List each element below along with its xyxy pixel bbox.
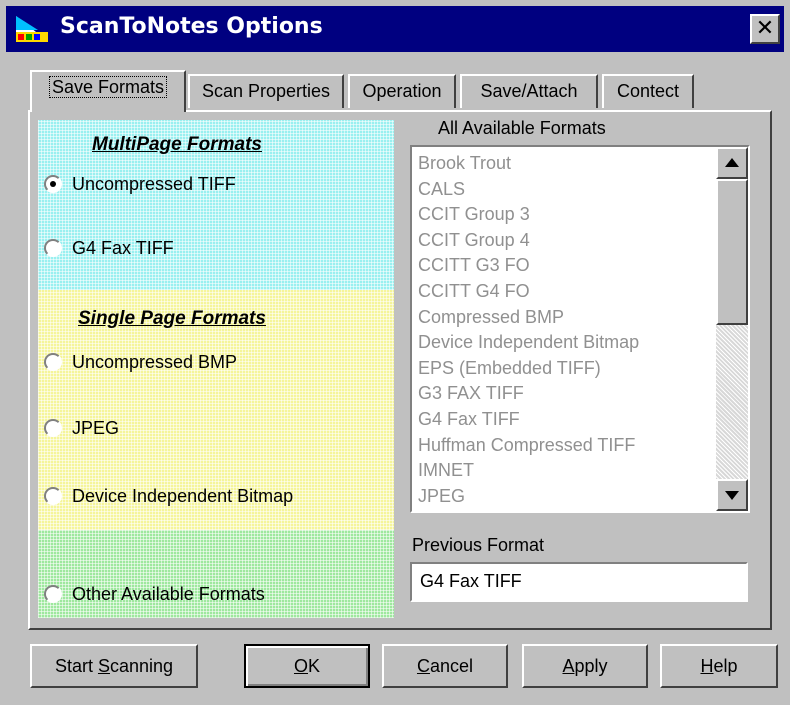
help-button[interactable]: Help [660, 644, 778, 688]
list-item[interactable]: Huffman Compressed TIFF [418, 433, 718, 459]
radio-indicator[interactable] [44, 419, 62, 437]
list-item[interactable]: CCITT G3 FO [418, 253, 718, 279]
radio-label: Device Independent Bitmap [72, 485, 294, 506]
cancel-button[interactable]: Cancel [382, 644, 508, 688]
radio-label: Uncompressed TIFF [72, 173, 236, 194]
arrow-up-icon [725, 158, 739, 167]
tab-label: Operation [362, 81, 442, 101]
radio-jpeg[interactable]: JPEG [44, 416, 119, 440]
tab-operation[interactable]: Operation [348, 74, 456, 108]
button-label-part: ancel [429, 656, 474, 676]
accelerator-key: S [97, 656, 110, 676]
list-scrollbar[interactable] [716, 147, 748, 511]
list-item[interactable]: Device Independent Bitmap [418, 330, 718, 356]
list-item[interactable]: Compressed BMP [418, 305, 718, 331]
button-label-part: pply [574, 656, 608, 676]
list-item[interactable]: EPS (Embedded TIFF) [418, 356, 718, 382]
button-label-part: elp [713, 656, 738, 676]
radio-uncompressed-tiff[interactable]: Uncompressed TIFF [44, 172, 236, 196]
radio-label: JPEG [72, 417, 120, 438]
radio-uncompressed-bmp[interactable]: Uncompressed BMP [44, 350, 237, 374]
radio-label: Other Available Formats [72, 583, 265, 604]
list-item[interactable]: G3 FAX TIFF [418, 381, 718, 407]
window-title: ScanToNotes Options [60, 14, 323, 39]
radio-indicator[interactable] [44, 239, 62, 257]
tab-label: Save Formats [48, 76, 168, 98]
scroll-thumb[interactable] [716, 179, 748, 325]
radio-label: G4 Fax TIFF [72, 237, 174, 258]
apply-button[interactable]: Apply [522, 644, 648, 688]
scanner-app-icon [16, 16, 48, 42]
available-formats-label: All Available Formats [438, 118, 606, 138]
tab-label: Save/Attach [480, 81, 578, 101]
close-button[interactable]: ✕ [750, 14, 780, 44]
previous-format-field[interactable]: G4 Fax TIFF [410, 562, 748, 602]
scroll-up-button[interactable] [716, 147, 748, 179]
close-icon: ✕ [755, 16, 775, 41]
available-formats-items: Brook Trout CALS CCIT Group 3 CCIT Group… [418, 151, 718, 509]
list-item[interactable]: CCITT G4 FO [418, 279, 718, 305]
previous-format-label: Previous Format [412, 535, 545, 555]
scroll-down-button[interactable] [716, 479, 748, 511]
list-item[interactable]: IMNET [418, 458, 718, 484]
tab-label: Contect [616, 81, 680, 101]
tab-save-attach[interactable]: Save/Attach [460, 74, 598, 108]
options-dialog: ScanToNotes Options ✕ Save Formats Scan … [0, 0, 790, 705]
ok-button[interactable]: OK [244, 644, 370, 688]
tab-scan-properties[interactable]: Scan Properties [188, 74, 344, 108]
button-label-part: Start [54, 656, 98, 676]
tab-contect[interactable]: Contect [602, 74, 694, 108]
accelerator-key: H [700, 656, 714, 676]
list-item[interactable]: CALS [418, 177, 718, 203]
single-page-heading: Single Page Formats [78, 308, 266, 329]
accelerator-key: C [416, 656, 430, 676]
button-label-part: canning [109, 656, 174, 676]
start-scanning-button[interactable]: Start Scanning [30, 644, 198, 688]
title-bar[interactable]: ScanToNotes Options ✕ [6, 6, 784, 52]
button-label-part: K [308, 656, 321, 676]
arrow-down-icon [725, 491, 739, 500]
radio-indicator[interactable] [44, 175, 62, 193]
list-item[interactable]: JPEG [418, 484, 718, 510]
list-item[interactable]: CCIT Group 4 [418, 228, 718, 254]
radio-label: Uncompressed BMP [72, 351, 238, 372]
radio-other-formats[interactable]: Other Available Formats [44, 582, 265, 606]
accelerator-key: O [293, 656, 308, 676]
list-item[interactable]: CCIT Group 3 [418, 202, 718, 228]
multipage-heading: MultiPage Formats [92, 134, 262, 155]
radio-indicator[interactable] [44, 487, 62, 505]
accelerator-key: A [562, 656, 575, 676]
available-formats-list[interactable]: Brook Trout CALS CCIT Group 3 CCIT Group… [410, 145, 750, 513]
radio-g4-fax-tiff[interactable]: G4 Fax TIFF [44, 236, 174, 260]
radio-indicator[interactable] [44, 585, 62, 603]
list-item[interactable]: Brook Trout [418, 151, 718, 177]
tab-save-formats[interactable]: Save Formats [30, 70, 186, 112]
tab-label: Scan Properties [201, 81, 331, 101]
radio-indicator[interactable] [44, 353, 62, 371]
list-item[interactable]: G4 Fax TIFF [418, 407, 718, 433]
radio-device-independent-bitmap[interactable]: Device Independent Bitmap [44, 484, 293, 508]
